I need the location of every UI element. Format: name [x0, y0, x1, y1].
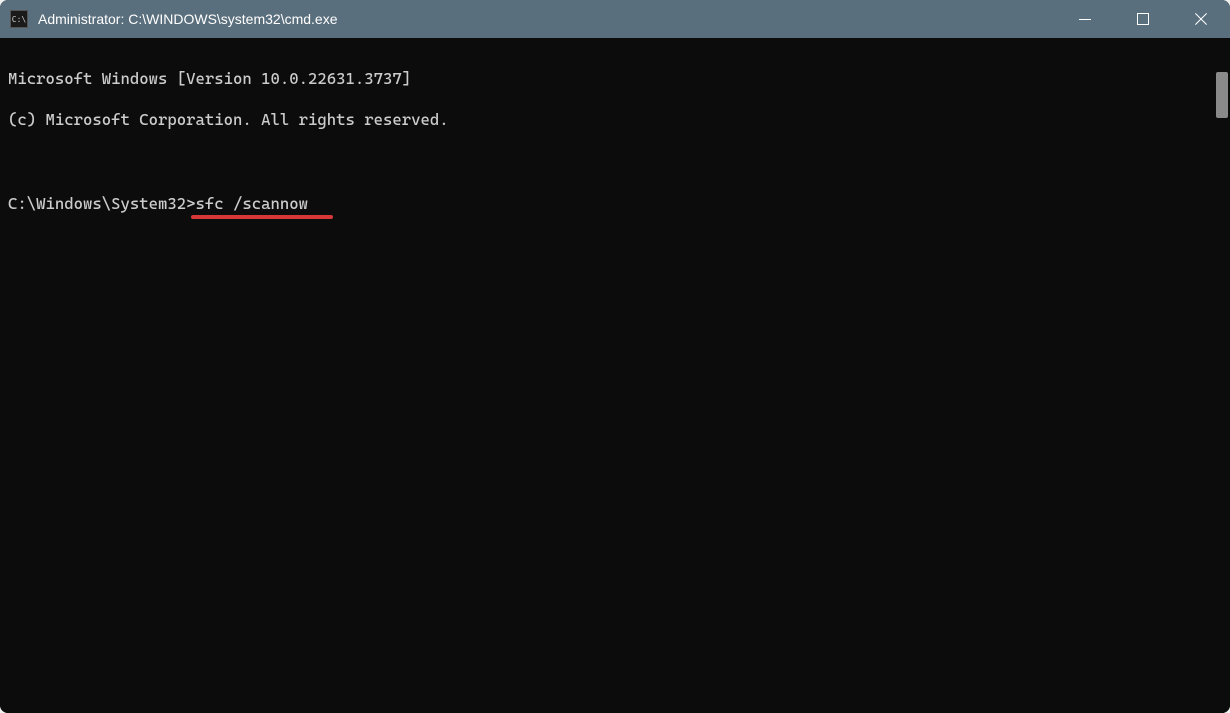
maximize-button[interactable]	[1114, 0, 1172, 38]
version-line: Microsoft Windows [Version 10.0.22631.37…	[8, 69, 1222, 90]
window-title: Administrator: C:\WINDOWS\system32\cmd.e…	[38, 11, 1056, 27]
command-input[interactable]: sfc /scannow	[196, 194, 309, 213]
terminal-output[interactable]: Microsoft Windows [Version 10.0.22631.37…	[0, 38, 1230, 713]
blank-line	[8, 152, 1222, 173]
copyright-line: (c) Microsoft Corporation. All rights re…	[8, 110, 1222, 131]
close-button[interactable]	[1172, 0, 1230, 38]
annotation-underline	[191, 215, 333, 219]
scrollbar-thumb[interactable]	[1216, 72, 1228, 118]
cmd-icon: C:\	[10, 10, 28, 28]
minimize-button[interactable]	[1056, 0, 1114, 38]
minimize-icon	[1079, 19, 1091, 20]
titlebar[interactable]: C:\ Administrator: C:\WINDOWS\system32\c…	[0, 0, 1230, 38]
close-icon	[1194, 12, 1208, 26]
prompt-path: C:\Windows\System32>	[8, 194, 196, 213]
maximize-icon	[1137, 13, 1149, 25]
window-controls	[1056, 0, 1230, 38]
scrollbar-track[interactable]	[1212, 38, 1230, 713]
window-frame: C:\ Administrator: C:\WINDOWS\system32\c…	[0, 0, 1230, 713]
prompt-line: C:\Windows\System32>sfc /scannow	[8, 194, 1222, 215]
